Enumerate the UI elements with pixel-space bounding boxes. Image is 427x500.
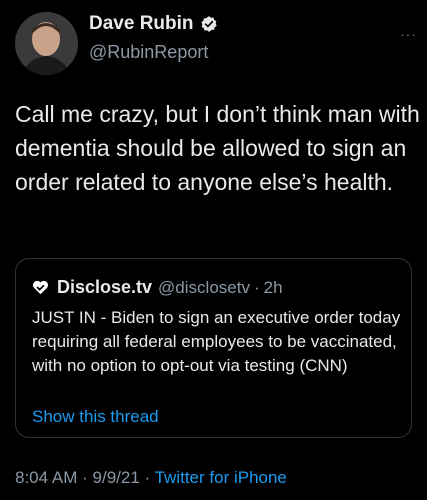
tweet-time: 8:04 AM [15,468,78,487]
show-thread-link[interactable]: Show this thread [32,407,159,427]
separator-dot: · [144,468,151,487]
quoted-tweet[interactable]: Disclose.tv @disclosetv · 2h JUST IN - B… [15,258,412,438]
verified-badge-icon [200,16,217,32]
avatar-photo [15,12,78,75]
tweet-text: Call me crazy, but I don’t think man wit… [15,101,420,195]
tweet-source-link[interactable]: Twitter for iPhone [155,468,287,487]
quoted-tweet-text: JUST IN - Biden to sign an executive ord… [32,308,401,375]
quoted-author-name[interactable]: Disclose.tv [57,277,152,298]
tweet-meta: 8:04 AM · 9/9/21 · Twitter for iPhone [15,468,287,488]
author-handle[interactable]: @RubinReport [89,42,208,63]
quoted-timestamp: 2h [263,277,283,297]
quoted-author-handle[interactable]: @disclosetv [158,278,250,298]
author-name[interactable]: Dave Rubin [89,13,194,35]
author-name-row[interactable]: Dave Rubin [89,13,218,35]
separator-dot: · [82,468,88,487]
disclose-heart-icon [32,280,49,295]
separator-dot: · [253,277,260,297]
tweet-date: 9/9/21 [92,468,140,487]
quoted-tweet-header: Disclose.tv @disclosetv · 2h [32,277,283,298]
avatar[interactable] [15,12,78,75]
more-options-icon[interactable]: ··· [400,26,417,42]
